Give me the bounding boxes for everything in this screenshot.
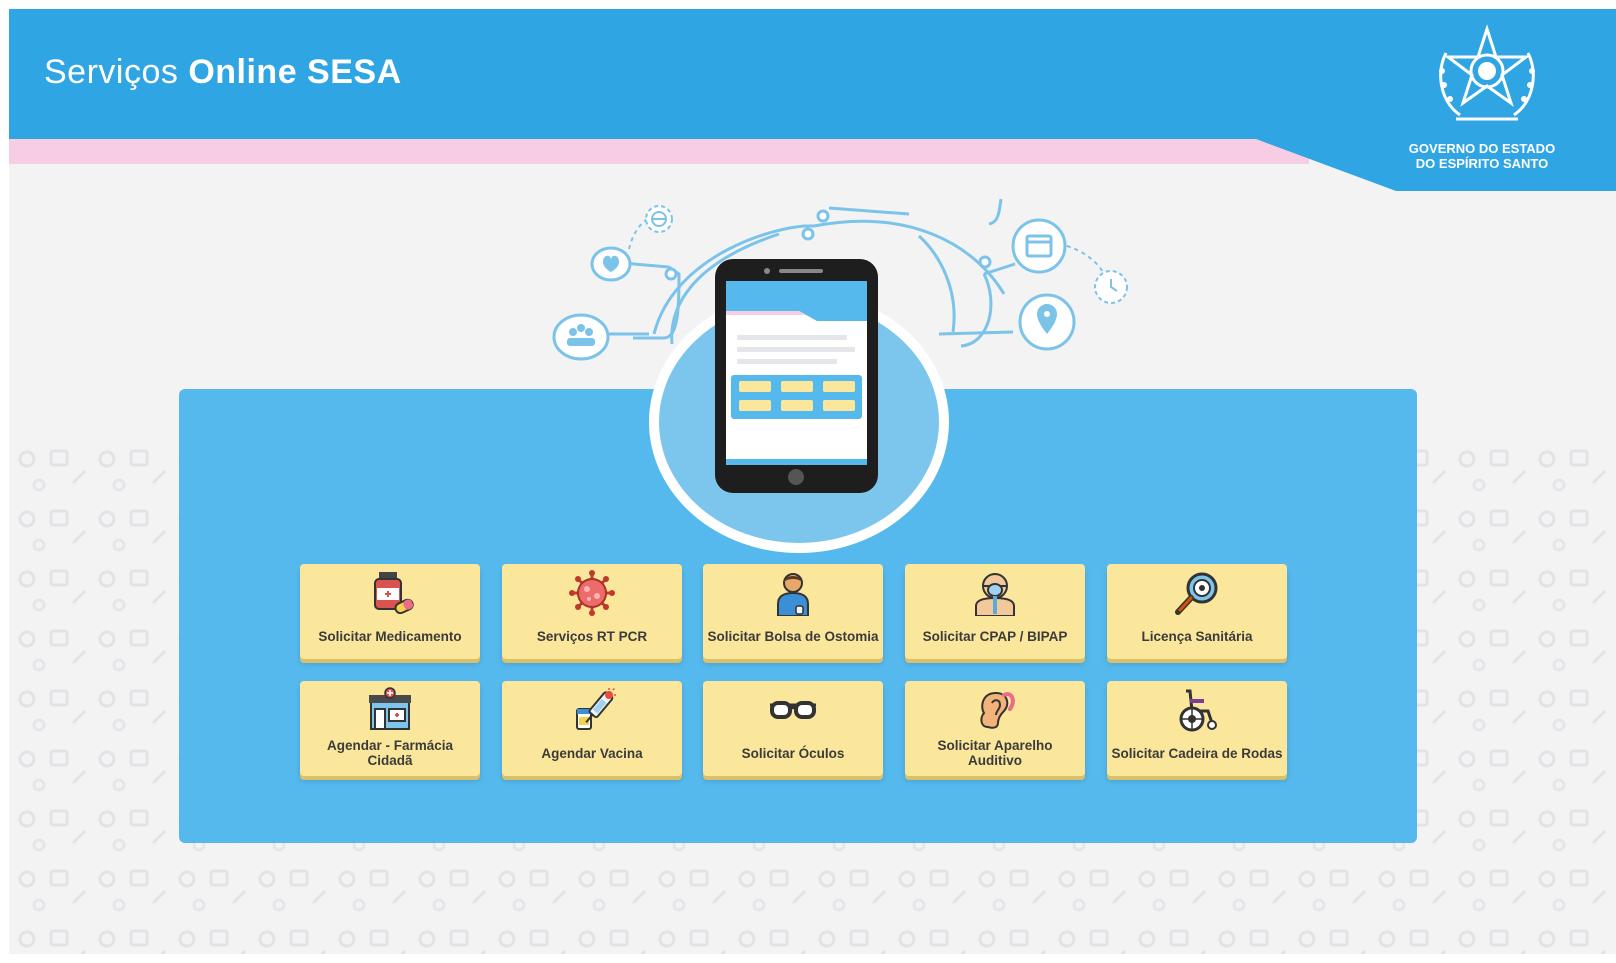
government-logo: GOVERNO DO ESTADO DO ESPÍRITO SANTO xyxy=(1387,23,1577,183)
medicine-icon xyxy=(374,572,414,615)
service-tile-label: Solicitar Aparelho Auditivo xyxy=(937,738,1053,768)
service-tile-label: Solicitar Cadeira de Rodas xyxy=(1111,745,1283,761)
service-tile-solicitar-aparelho-auditivo[interactable]: Solicitar Aparelho Auditivo xyxy=(905,681,1085,776)
smartphone-icon xyxy=(715,259,878,493)
glasses-icon xyxy=(770,701,816,719)
people-node-icon xyxy=(552,313,610,361)
service-tile-label: Solicitar Bolsa de Ostomia xyxy=(707,628,879,644)
service-tile-label: Solicitar Medicamento xyxy=(318,628,462,644)
service-tile-label: Agendar - Farmácia Cidadã xyxy=(326,738,454,768)
service-tile-servicos-rt-pcr[interactable]: Serviços RT PCR xyxy=(502,564,682,659)
cpap-mask-icon xyxy=(975,573,1015,616)
wheelchair-icon xyxy=(1179,689,1217,732)
header-pink-stripe xyxy=(9,139,1309,164)
service-tile-solicitar-medicamento[interactable]: Solicitar Medicamento xyxy=(300,564,480,659)
calendar-node-icon xyxy=(1011,218,1067,274)
page-title-light: Serviços xyxy=(44,53,179,91)
page-title: Serviços Online SESA xyxy=(44,53,402,92)
clock-node-icon xyxy=(1094,270,1128,304)
service-tile-label: Serviços RT PCR xyxy=(536,628,648,644)
service-tile-solicitar-bolsa-de-ostomia[interactable]: Solicitar Bolsa de Ostomia xyxy=(703,564,883,659)
patient-icon xyxy=(777,573,809,616)
pharmacy-icon xyxy=(369,687,411,730)
service-tile-agendar-farmacia-cidada[interactable]: Agendar - Farmácia Cidadã xyxy=(300,681,480,776)
page: Serviços Online SESA GOVERNO DO ESTADO D… xyxy=(9,9,1616,954)
logo-caption: GOVERNO DO ESTADO DO ESPÍRITO SANTO xyxy=(1387,141,1577,171)
virus-icon xyxy=(569,570,615,616)
state-coat-of-arms-icon xyxy=(1439,24,1535,121)
service-tile-solicitar-oculos[interactable]: Solicitar Óculos xyxy=(703,681,883,776)
service-tile-solicitar-cadeira-de-rodas[interactable]: Solicitar Cadeira de Rodas xyxy=(1107,681,1287,776)
globe-node-icon xyxy=(645,205,673,233)
location-node-icon xyxy=(1018,293,1076,351)
service-tile-label: Agendar Vacina xyxy=(541,745,643,761)
hearing-aid-icon xyxy=(980,691,1015,729)
logo-caption-line1: GOVERNO DO ESTADO xyxy=(1408,141,1556,156)
service-tile-solicitar-cpap-bipap[interactable]: Solicitar CPAP / BIPAP xyxy=(905,564,1085,659)
service-tile-label: Solicitar CPAP / BIPAP xyxy=(922,628,1068,644)
magnifier-inspection-icon xyxy=(1175,572,1218,615)
service-tile-label: Solicitar Óculos xyxy=(741,745,845,761)
heart-node-icon xyxy=(590,246,632,282)
vaccine-icon xyxy=(576,687,616,730)
service-tile-licenca-sanitaria[interactable]: Licença Sanitária xyxy=(1107,564,1287,659)
logo-caption-line2: DO ESPÍRITO SANTO xyxy=(1415,156,1549,171)
service-tile-label: Licença Sanitária xyxy=(1141,628,1253,644)
page-title-bold: Online SESA xyxy=(188,53,402,91)
service-tile-agendar-vacina[interactable]: Agendar Vacina xyxy=(502,681,682,776)
